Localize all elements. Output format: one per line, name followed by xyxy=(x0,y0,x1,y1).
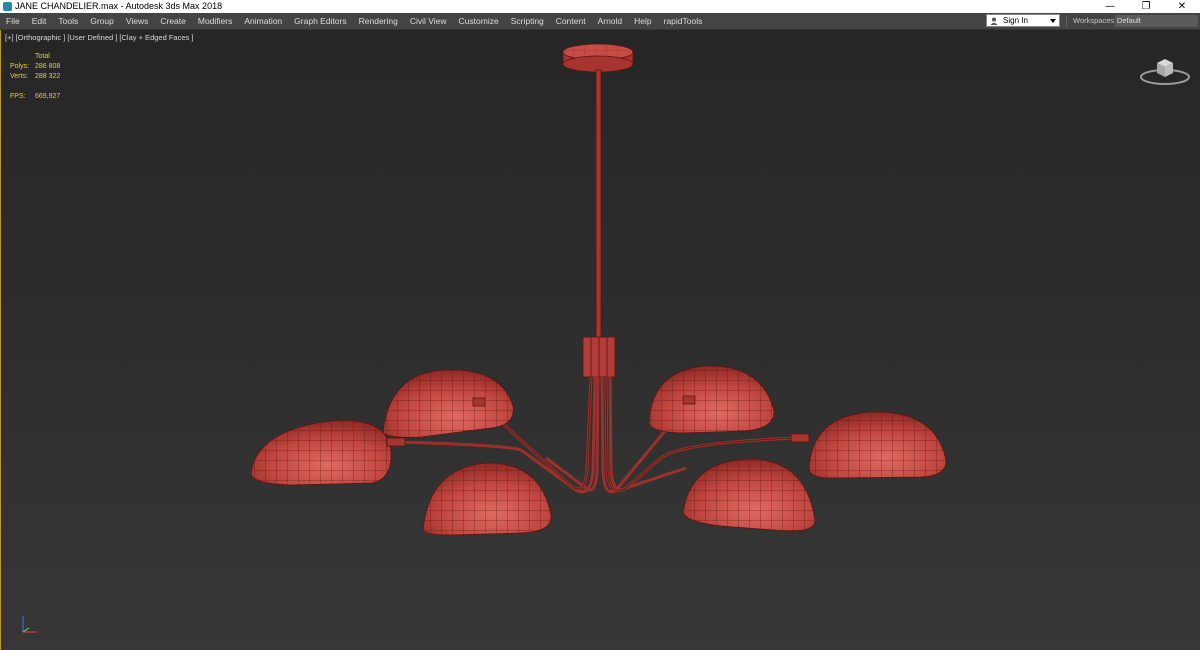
lamp-shade-right[interactable] xyxy=(808,411,947,479)
menu-item-group[interactable]: Group xyxy=(84,13,120,29)
menu-item-civil-view[interactable]: Civil View xyxy=(404,13,453,29)
menu-item-content[interactable]: Content xyxy=(550,13,592,29)
menu-item-customize[interactable]: Customize xyxy=(453,13,505,29)
sign-in-label: Sign In xyxy=(1003,16,1028,25)
perspective-viewport[interactable]: [+] [Orthographic ] [User Defined ] [Cla… xyxy=(0,30,1200,650)
chandelier-stem[interactable] xyxy=(582,69,616,378)
menu-item-edit[interactable]: Edit xyxy=(26,13,53,29)
lamp-shade-front-left[interactable] xyxy=(422,462,552,536)
menu-item-modifiers[interactable]: Modifiers xyxy=(192,13,238,29)
menu-item-graph-editors[interactable]: Graph Editors xyxy=(288,13,352,29)
sign-in-dropdown[interactable]: Sign In xyxy=(986,14,1060,27)
menu-item-arnold[interactable]: Arnold xyxy=(592,13,629,29)
chevron-down-icon xyxy=(1050,19,1056,23)
menu-items: File Edit Tools Group Views Create Modifiers An… xyxy=(0,13,708,29)
restore-button[interactable]: ❐ xyxy=(1128,0,1164,13)
divider xyxy=(1066,15,1067,27)
workspaces-label: Workspaces: xyxy=(1073,16,1117,25)
menu-item-scripting[interactable]: Scripting xyxy=(505,13,550,29)
lamp-shade-front-right[interactable] xyxy=(682,458,816,532)
menu-item-file[interactable]: File xyxy=(0,13,26,29)
menu-item-rendering[interactable]: Rendering xyxy=(353,13,404,29)
menu-item-tools[interactable]: Tools xyxy=(52,13,84,29)
menu-item-rapidtools[interactable]: rapidTools xyxy=(658,13,709,29)
lamp-shade-back-right[interactable] xyxy=(648,365,775,434)
axis-tripod-icon xyxy=(22,616,37,633)
menu-item-create[interactable]: Create xyxy=(154,13,192,29)
user-icon xyxy=(990,17,998,25)
ceiling-canopy[interactable] xyxy=(562,43,634,73)
window-title: JANE CHANDELIER.max - Autodesk 3ds Max 2… xyxy=(15,1,223,11)
chandelier-model[interactable] xyxy=(1,30,1199,650)
menu-item-animation[interactable]: Animation xyxy=(238,13,288,29)
menu-item-views[interactable]: Views xyxy=(120,13,155,29)
window-controls: — ❐ ✕ xyxy=(1092,0,1200,13)
minimize-button[interactable]: — xyxy=(1092,0,1128,13)
menu-item-help[interactable]: Help xyxy=(628,13,657,29)
lamp-shade-left[interactable] xyxy=(250,419,392,486)
title-bar: JANE CHANDELIER.max - Autodesk 3ds Max 2… xyxy=(0,0,1200,13)
app-icon[interactable] xyxy=(3,2,12,11)
lamp-shade-back-left[interactable] xyxy=(382,369,514,438)
menu-bar: File Edit Tools Group Views Create Modifiers An… xyxy=(0,13,1200,30)
close-button[interactable]: ✕ xyxy=(1164,0,1200,13)
workspaces-select[interactable]: Default xyxy=(1115,15,1198,27)
